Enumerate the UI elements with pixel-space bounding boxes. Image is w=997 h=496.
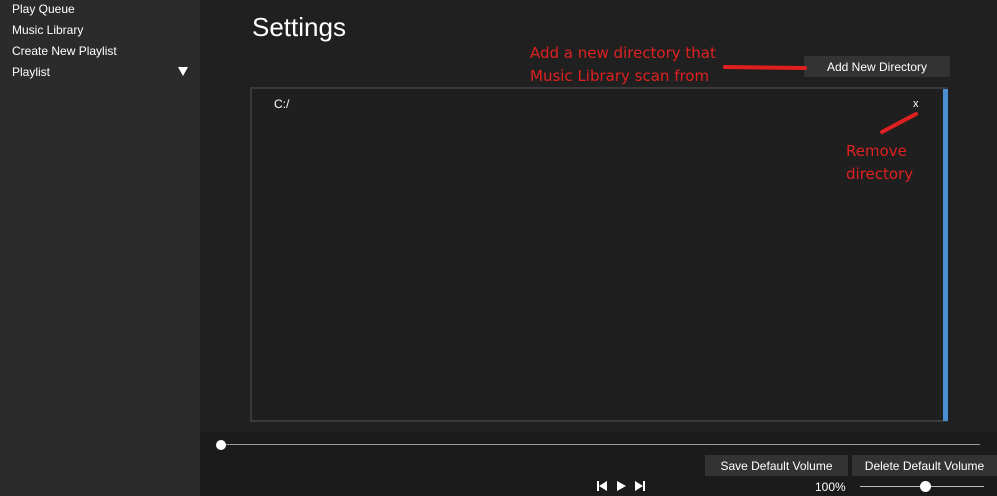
annotation-arrow-remove	[880, 112, 918, 134]
annotation-arrow-add	[723, 65, 807, 70]
sidebar-item-music-library[interactable]: Music Library	[12, 23, 83, 37]
sidebar: Play Queue Music Library Create New Play…	[0, 0, 200, 496]
volume-handle[interactable]	[920, 481, 931, 492]
add-directory-button[interactable]: Add New Directory	[804, 56, 950, 77]
sidebar-item-playlist[interactable]: Playlist	[12, 65, 50, 79]
sidebar-item-play-queue[interactable]: Play Queue	[12, 2, 75, 16]
previous-track-icon[interactable]	[596, 479, 608, 493]
delete-default-volume-button[interactable]: Delete Default Volume	[852, 455, 997, 476]
seek-handle[interactable]	[216, 440, 226, 450]
next-track-icon[interactable]	[634, 479, 646, 493]
annotation-remove-directory: Remove directory	[846, 142, 914, 183]
chevron-down-icon[interactable]	[178, 67, 188, 76]
page-title: Settings	[252, 12, 346, 42]
directory-list	[250, 87, 947, 422]
seek-bar[interactable]	[222, 444, 980, 445]
annotation-add-directory: Add a new directory that Music Library s…	[530, 44, 716, 85]
sidebar-item-create-new-playlist[interactable]: Create New Playlist	[12, 44, 117, 58]
save-default-volume-button[interactable]: Save Default Volume	[705, 455, 848, 476]
directory-list-scrollbar[interactable]	[943, 89, 948, 421]
play-icon[interactable]	[615, 479, 627, 493]
directory-path: C:/	[274, 97, 290, 111]
volume-percent: 100%	[815, 480, 846, 494]
